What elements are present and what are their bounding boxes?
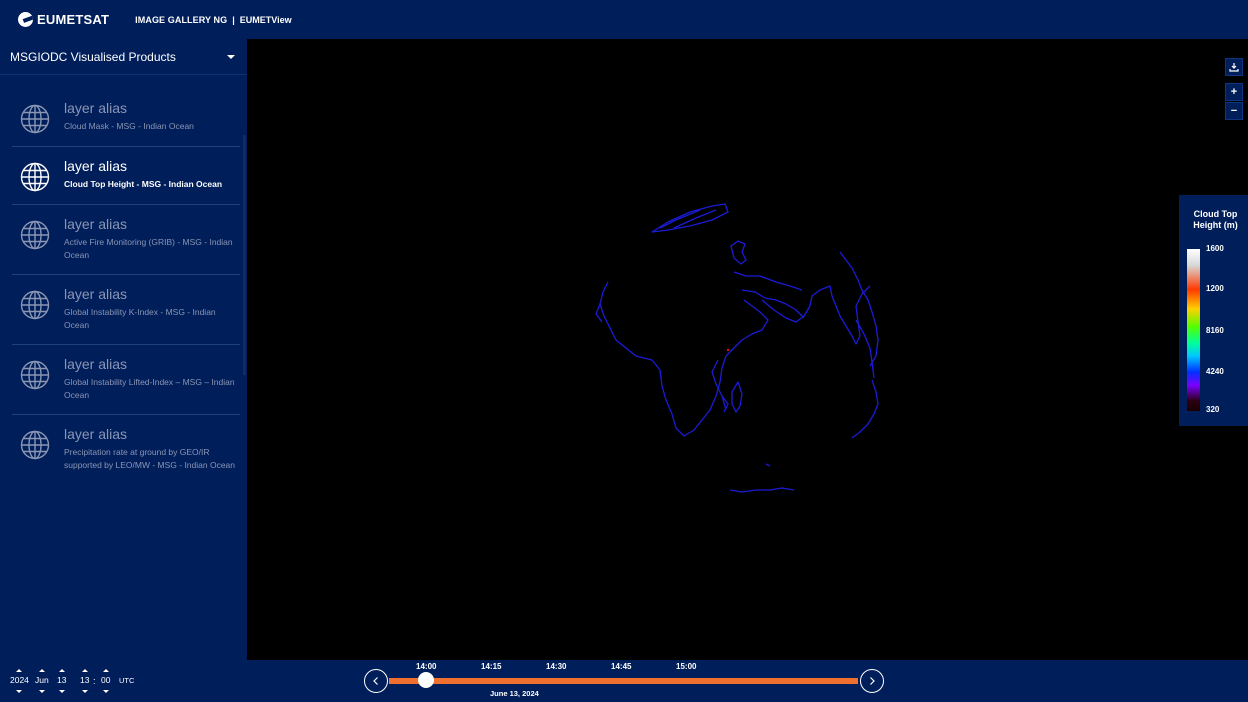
logo-text: EUMETSAT (37, 12, 110, 27)
layer-name: Global Instability K-Index - MSG - India… (64, 307, 216, 330)
globe-icon (20, 430, 50, 460)
layer-alias: layer alias (64, 286, 128, 302)
product-selector-label: MSGIODC Visualised Products (10, 49, 176, 64)
arrow-up-icon[interactable] (38, 669, 45, 672)
layer-name: Cloud Top Height - MSG - Indian Ocean (64, 179, 223, 189)
layer-sidebar: MSGIODC Visualised Products layer alias … (0, 39, 247, 660)
legend-title: Cloud Top Height (m) (1179, 209, 1248, 231)
layer-item-lifted-index[interactable]: layer alias Global Instability Lifted-In… (12, 345, 240, 415)
day-stepper[interactable]: 13 (57, 669, 66, 693)
legend-color-bar (1187, 249, 1200, 411)
top-bar: EUMETSAT IMAGE GALLERY NG | EUMETView (0, 0, 1248, 39)
layer-alias: layer alias (64, 356, 128, 372)
layer-name: Precipitation rate at ground by GEO/IR s… (64, 447, 236, 470)
view-name[interactable]: EUMETView (240, 15, 292, 25)
minute-stepper[interactable]: 00 (101, 669, 110, 693)
timeline-slider-thumb[interactable] (418, 672, 434, 688)
layer-item-cloud-mask[interactable]: layer alias Cloud Mask - MSG - Indian Oc… (12, 89, 240, 147)
eumetsat-logo-icon (18, 12, 33, 27)
arrow-up-icon[interactable] (102, 669, 109, 672)
app-title[interactable]: IMAGE GALLERY NG (135, 15, 227, 25)
coastlines (595, 203, 879, 493)
legend-tick: 8160 (1206, 326, 1224, 335)
arrow-up-icon[interactable] (58, 669, 65, 672)
legend-tick: 1200 (1206, 284, 1224, 293)
globe-icon (20, 162, 50, 192)
layer-name: Active Fire Monitoring (GRIB) - MSG - In… (64, 237, 233, 260)
layer-list: layer alias Cloud Mask - MSG - Indian Oc… (12, 89, 240, 525)
timeline-tick: 14:30 (546, 662, 567, 671)
arrow-down-icon[interactable] (16, 690, 23, 693)
month-stepper[interactable]: Jun (35, 669, 49, 693)
sidebar-scrollbar[interactable] (243, 135, 246, 375)
chevron-down-icon[interactable] (227, 54, 235, 59)
layer-alias: layer alias (64, 216, 128, 232)
earth-disc-map[interactable] (247, 39, 1248, 660)
color-legend: Cloud Top Height (m) 1600 1200 8160 4240… (1179, 195, 1248, 426)
timeline-tick: 15:00 (676, 662, 697, 671)
layer-name: Global Instability Lifted-Index – MSG – … (64, 377, 235, 400)
globe-icon (20, 104, 50, 134)
day-value: 13 (57, 675, 67, 685)
layer-item-precipitation[interactable]: layer alias Precipitation rate at ground… (12, 415, 240, 484)
timeline-date: June 13, 2024 (490, 689, 539, 698)
arrow-down-icon[interactable] (38, 690, 45, 693)
globe-icon (20, 360, 50, 390)
map-viewport[interactable] (247, 39, 1248, 660)
cloud-pixel (726, 348, 730, 352)
layer-alias: layer alias (64, 426, 128, 442)
eumetsat-logo[interactable]: EUMETSAT (18, 12, 109, 27)
download-icon (1229, 63, 1239, 72)
time-separator: : (93, 676, 96, 686)
arrow-up-icon[interactable] (81, 669, 88, 672)
chevron-right-icon (870, 677, 875, 685)
chevron-left-icon (373, 677, 378, 685)
arrow-down-icon[interactable] (81, 690, 88, 693)
arrow-up-icon[interactable] (16, 669, 23, 672)
layer-name: Cloud Mask - MSG - Indian Ocean (64, 121, 194, 131)
timeline-tick: 14:45 (611, 662, 632, 671)
layer-item-active-fire[interactable]: layer alias Active Fire Monitoring (GRIB… (12, 205, 240, 275)
next-time-button[interactable] (860, 669, 884, 693)
timeline-track[interactable] (389, 678, 858, 684)
globe-icon (20, 220, 50, 250)
arrow-down-icon[interactable] (102, 690, 109, 693)
legend-tick: 4240 (1206, 367, 1224, 376)
timeline-tick: 14:15 (481, 662, 502, 671)
download-button[interactable] (1225, 58, 1243, 76)
zoom-out-button[interactable]: − (1225, 102, 1243, 120)
year-stepper[interactable]: 2024 (10, 669, 29, 693)
legend-tick: 320 (1206, 405, 1220, 414)
legend-tick: 1600 (1206, 244, 1224, 253)
layer-item-k-index[interactable]: layer alias Global Instability K-Index -… (12, 275, 240, 345)
hour-value: 13 (80, 675, 90, 685)
layer-alias: layer alias (64, 100, 128, 116)
time-controls-bar: 2024 Jun 13 13 : 00 UTC 14:00 14:15 14:3… (0, 660, 1248, 702)
layer-item-cloud-top-height[interactable]: layer alias Cloud Top Height - MSG - Ind… (12, 147, 240, 205)
arrow-down-icon[interactable] (58, 690, 65, 693)
year-value: 2024 (10, 675, 29, 685)
zoom-in-button[interactable]: + (1225, 83, 1243, 101)
minute-value: 00 (101, 675, 111, 685)
product-selector[interactable]: MSGIODC Visualised Products (0, 39, 247, 75)
globe-icon (20, 290, 50, 320)
legend-title-line1: Cloud Top (1193, 209, 1238, 219)
timezone-label: UTC (119, 676, 135, 685)
previous-time-button[interactable] (364, 669, 388, 693)
title-separator: | (232, 14, 235, 25)
layer-alias: layer alias (64, 158, 128, 174)
hour-stepper[interactable]: 13 (80, 669, 89, 693)
month-value: Jun (35, 675, 49, 685)
legend-title-line2: Height (m) (1193, 220, 1238, 230)
timeline-tick: 14:00 (416, 662, 437, 671)
